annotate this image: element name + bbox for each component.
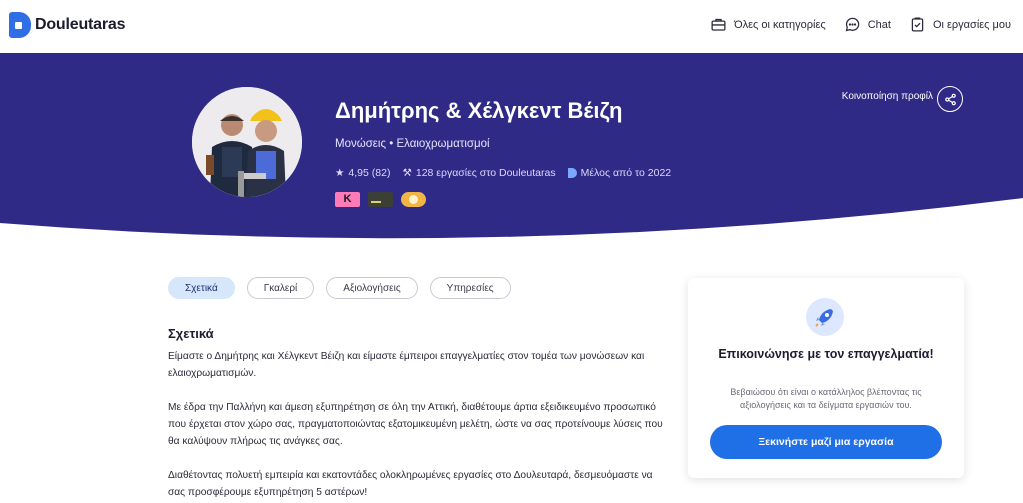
tab-services[interactable]: Υπηρεσίες bbox=[429, 277, 511, 299]
jobs-stat: ⚒ 128 εργασίες στο Douleutaras bbox=[402, 167, 555, 179]
nav-links: Όλες οι κατηγορίες Chat Οι εργασίες μου bbox=[710, 16, 1011, 33]
hero-curve-decoration bbox=[0, 198, 1023, 253]
star-icon: ★ bbox=[335, 167, 345, 179]
nav-my-jobs[interactable]: Οι εργασίες μου bbox=[909, 16, 1011, 33]
badge-card-icon bbox=[368, 192, 393, 207]
jobs-value: 128 εργασίες στο Douleutaras bbox=[415, 167, 556, 179]
about-title: Σχετικά bbox=[168, 326, 214, 341]
top-navbar: Douleutaras Όλες οι κατηγορίες Chat Οι ε… bbox=[0, 0, 1023, 53]
member-since-value: Μέλος από το 2022 bbox=[580, 167, 672, 179]
rating-value: 4,95 (82) bbox=[348, 167, 391, 179]
contact-card: Επικοινώνησε με τον επαγγελματία! Βεβαιώ… bbox=[688, 278, 964, 478]
rocket-icon bbox=[806, 298, 844, 336]
brand-name: Douleutaras bbox=[35, 16, 126, 33]
badge-k-icon: K bbox=[335, 192, 360, 207]
profile-tabs: Σχετικά Γκαλερί Αξιολογήσεις Υπηρεσίες bbox=[168, 277, 511, 299]
nav-all-categories-label: Όλες οι κατηγορίες bbox=[734, 18, 826, 31]
contact-subtitle: Βεβαιώσου ότι είναι ο κατάλληλος βλέποντ… bbox=[730, 387, 922, 410]
contact-title: Επικοινώνησε με τον επαγγελματία! bbox=[718, 347, 934, 361]
logo-mark-icon bbox=[9, 12, 31, 38]
briefcase-icon bbox=[711, 18, 726, 31]
douleutaras-logo-icon bbox=[567, 168, 577, 178]
workers-photo bbox=[192, 87, 302, 197]
about-paragraph-2: Με έδρα την Παλλήνη και άμεση εξυπηρέτησ… bbox=[168, 402, 663, 447]
tab-reviews[interactable]: Αξιολογήσεις bbox=[326, 277, 418, 299]
profile-avatar bbox=[192, 87, 302, 197]
tab-gallery[interactable]: Γκαλερί bbox=[246, 277, 315, 299]
profile-badges: K bbox=[335, 192, 426, 207]
share-button[interactable] bbox=[937, 86, 963, 112]
tab-about[interactable]: Σχετικά bbox=[168, 277, 235, 299]
nav-my-jobs-label: Οι εργασίες μου bbox=[932, 18, 1011, 31]
nav-all-categories[interactable]: Όλες οι κατηγορίες bbox=[710, 16, 826, 33]
profile-name: Δημήτρης & Χέλγκεντ Βέιζη bbox=[335, 98, 623, 123]
member-stat: Μέλος από το 2022 bbox=[567, 167, 672, 179]
share-icon bbox=[944, 93, 956, 105]
nav-chat-label: Chat bbox=[867, 18, 891, 31]
tools-icon: ⚒ bbox=[402, 167, 412, 179]
clipboard-check-icon bbox=[911, 17, 924, 32]
start-job-button[interactable]: Ξεκινήστε μαζί μια εργασία bbox=[710, 425, 942, 459]
share-profile-label: Κοινοποίηση προφίλ bbox=[841, 91, 933, 102]
rating-stat: ★ 4,95 (82) bbox=[335, 167, 390, 179]
profile-services: Μονώσεις • Ελαιοχρωματισμοί bbox=[335, 138, 490, 150]
nav-chat[interactable]: Chat bbox=[844, 16, 891, 33]
badge-coin-icon bbox=[401, 192, 426, 207]
about-paragraph-1: Είμαστε ο Δημήτρης και Χέλγκεντ Βέιζη κα… bbox=[168, 351, 645, 379]
profile-stats: ★ 4,95 (82) ⚒ 128 εργασίες στο Douleutar… bbox=[335, 167, 671, 179]
brand-logo[interactable]: Douleutaras bbox=[9, 12, 125, 38]
chat-icon bbox=[845, 17, 859, 32]
share-profile-link[interactable]: Κοινοποίηση προφίλ bbox=[842, 91, 933, 102]
profile-hero: Δημήτρης & Χέλγκεντ Βέιζη Μονώσεις • Ελα… bbox=[0, 53, 1023, 253]
about-paragraph-3: Διαθέτοντας πολυετή εμπειρία και εκατοντ… bbox=[168, 470, 653, 498]
